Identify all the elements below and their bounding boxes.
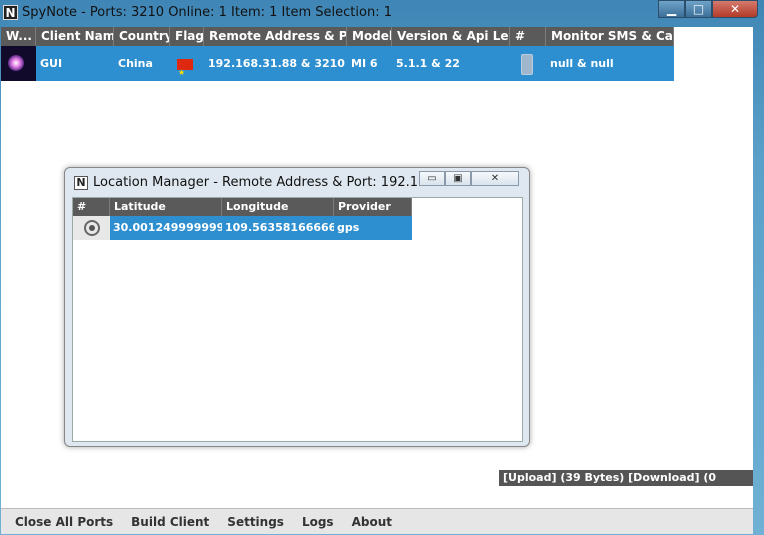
column-header-remote-address[interactable]: Remote Address & Port — [204, 27, 347, 46]
location-table-header: # Latitude Longitude Provider — [73, 198, 412, 216]
column-header-longitude[interactable]: Longitude — [222, 198, 334, 216]
build-client-button[interactable]: Build Client — [122, 515, 218, 529]
column-header-wallpaper[interactable]: W... — [1, 27, 36, 46]
app-logo-icon: N — [74, 176, 88, 190]
dialog-close-button[interactable]: ✕ — [471, 171, 519, 186]
column-header-flag[interactable]: Flag — [170, 27, 204, 46]
transfer-status: [Upload] (39 Bytes) [Download] (0 Bytes) — [499, 470, 753, 500]
column-header-index[interactable]: # — [73, 198, 110, 216]
column-header-latitude[interactable]: Latitude — [110, 198, 222, 216]
column-header-monitor[interactable]: Monitor SMS & Calls — [546, 27, 674, 46]
title-bar[interactable]: N SpyNote - Ports: 3210 Online: 1 Item: … — [0, 0, 764, 26]
longitude-cell: 109.56358166666665 — [225, 221, 334, 234]
dialog-title: Location Manager - Remote Address & Port… — [93, 175, 452, 190]
minimize-icon: ▭ — [427, 173, 437, 184]
logs-button[interactable]: Logs — [293, 515, 343, 529]
location-table-area: # Latitude Longitude Provider 30.0012499… — [72, 197, 523, 442]
gps-cell — [73, 216, 110, 240]
provider-cell: gps — [337, 221, 360, 234]
column-header-client-name[interactable]: Client Name — [36, 27, 114, 46]
device-cell — [510, 46, 546, 81]
table-row[interactable]: GUI China 192.168.31.88 & 3210 MI 6 5.1.… — [1, 46, 674, 81]
column-header-country[interactable]: Country — [114, 27, 170, 46]
china-flag-icon — [177, 55, 193, 81]
phone-icon — [521, 53, 533, 75]
model-cell: MI 6 — [351, 57, 378, 70]
close-icon: ✕ — [490, 173, 500, 184]
window-title: SpyNote - Ports: 3210 Online: 1 Item: 1 … — [22, 5, 392, 20]
column-header-model[interactable]: Model — [347, 27, 392, 46]
about-button[interactable]: About — [343, 515, 401, 529]
dialog-maximize-button[interactable]: ▣ — [445, 171, 471, 186]
column-header-provider[interactable]: Provider — [334, 198, 412, 216]
minimize-button[interactable]: ▁ — [658, 0, 685, 18]
bottom-menu-bar: Close All Ports Build Client Settings Lo… — [1, 508, 753, 534]
close-icon: ✕ — [729, 2, 741, 16]
column-header-version[interactable]: Version & Api Level — [392, 27, 510, 46]
app-window: N SpyNote - Ports: 3210 Online: 1 Item: … — [0, 0, 764, 535]
flag-cell — [170, 46, 204, 81]
wallpaper-thumbnail — [1, 46, 36, 81]
latitude-cell: 30.0012499999995 — [113, 221, 222, 234]
settings-button[interactable]: Settings — [218, 515, 293, 529]
close-button[interactable]: ✕ — [712, 0, 758, 18]
dialog-minimize-button[interactable]: ▭ — [419, 171, 445, 186]
app-logo-icon: N — [3, 5, 18, 20]
maximize-icon: ▣ — [453, 173, 463, 184]
remote-address-cell: 192.168.31.88 & 3210 — [208, 57, 345, 70]
gps-target-icon — [83, 220, 100, 236]
maximize-button[interactable]: □ — [685, 0, 712, 18]
client-name-cell: GUI — [40, 57, 63, 70]
minimize-icon: ▁ — [666, 2, 677, 16]
maximize-icon: □ — [692, 2, 705, 16]
location-manager-dialog: N Location Manager - Remote Address & Po… — [64, 167, 530, 447]
country-cell: China — [118, 57, 153, 70]
clients-table-header: W... Client Name Country Flag Remote Add… — [1, 27, 674, 46]
window-controls: ▁ □ ✕ — [658, 0, 758, 18]
dialog-window-controls: ▭ ▣ ✕ — [419, 171, 519, 186]
column-header-device[interactable]: # — [510, 27, 546, 46]
table-row[interactable]: 30.0012499999995 109.56358166666665 gps — [73, 216, 412, 240]
monitor-cell: null & null — [550, 57, 614, 70]
version-cell: 5.1.1 & 22 — [396, 57, 460, 70]
close-all-ports-button[interactable]: Close All Ports — [1, 515, 122, 529]
